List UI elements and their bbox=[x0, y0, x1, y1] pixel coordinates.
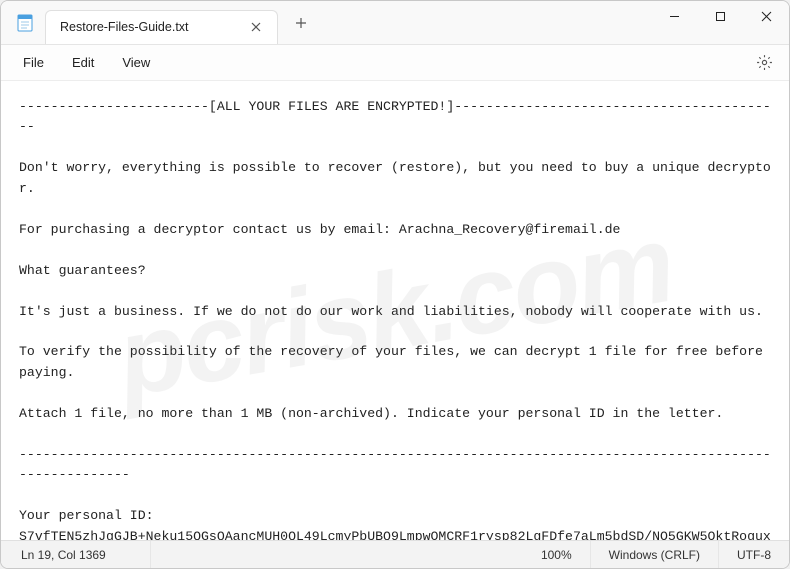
notepad-window: Restore-Files-Guide.txt File Edit View bbox=[0, 0, 790, 569]
titlebar: Restore-Files-Guide.txt bbox=[1, 1, 789, 45]
close-tab-icon[interactable] bbox=[249, 20, 263, 34]
window-controls bbox=[651, 1, 789, 45]
menubar: File Edit View bbox=[1, 45, 789, 81]
document-text[interactable]: ------------------------[ALL YOUR FILES … bbox=[1, 81, 789, 540]
status-zoom[interactable]: 100% bbox=[523, 541, 591, 568]
menu-file[interactable]: File bbox=[11, 51, 56, 74]
menu-view[interactable]: View bbox=[110, 51, 162, 74]
add-tab-button[interactable] bbox=[286, 8, 316, 38]
status-encoding[interactable]: UTF-8 bbox=[719, 541, 789, 568]
statusbar: Ln 19, Col 1369 100% Windows (CRLF) UTF-… bbox=[1, 540, 789, 568]
editor-area[interactable]: pcrisk.com ------------------------[ALL … bbox=[1, 81, 789, 540]
notepad-icon bbox=[15, 13, 35, 33]
maximize-button[interactable] bbox=[697, 1, 743, 33]
close-window-button[interactable] bbox=[743, 1, 789, 33]
file-tab[interactable]: Restore-Files-Guide.txt bbox=[45, 10, 278, 44]
menu-edit[interactable]: Edit bbox=[60, 51, 106, 74]
settings-button[interactable] bbox=[749, 48, 779, 78]
status-cursor-position: Ln 19, Col 1369 bbox=[1, 541, 151, 568]
status-line-ending[interactable]: Windows (CRLF) bbox=[591, 541, 719, 568]
tab-title: Restore-Files-Guide.txt bbox=[60, 20, 189, 34]
minimize-button[interactable] bbox=[651, 1, 697, 33]
